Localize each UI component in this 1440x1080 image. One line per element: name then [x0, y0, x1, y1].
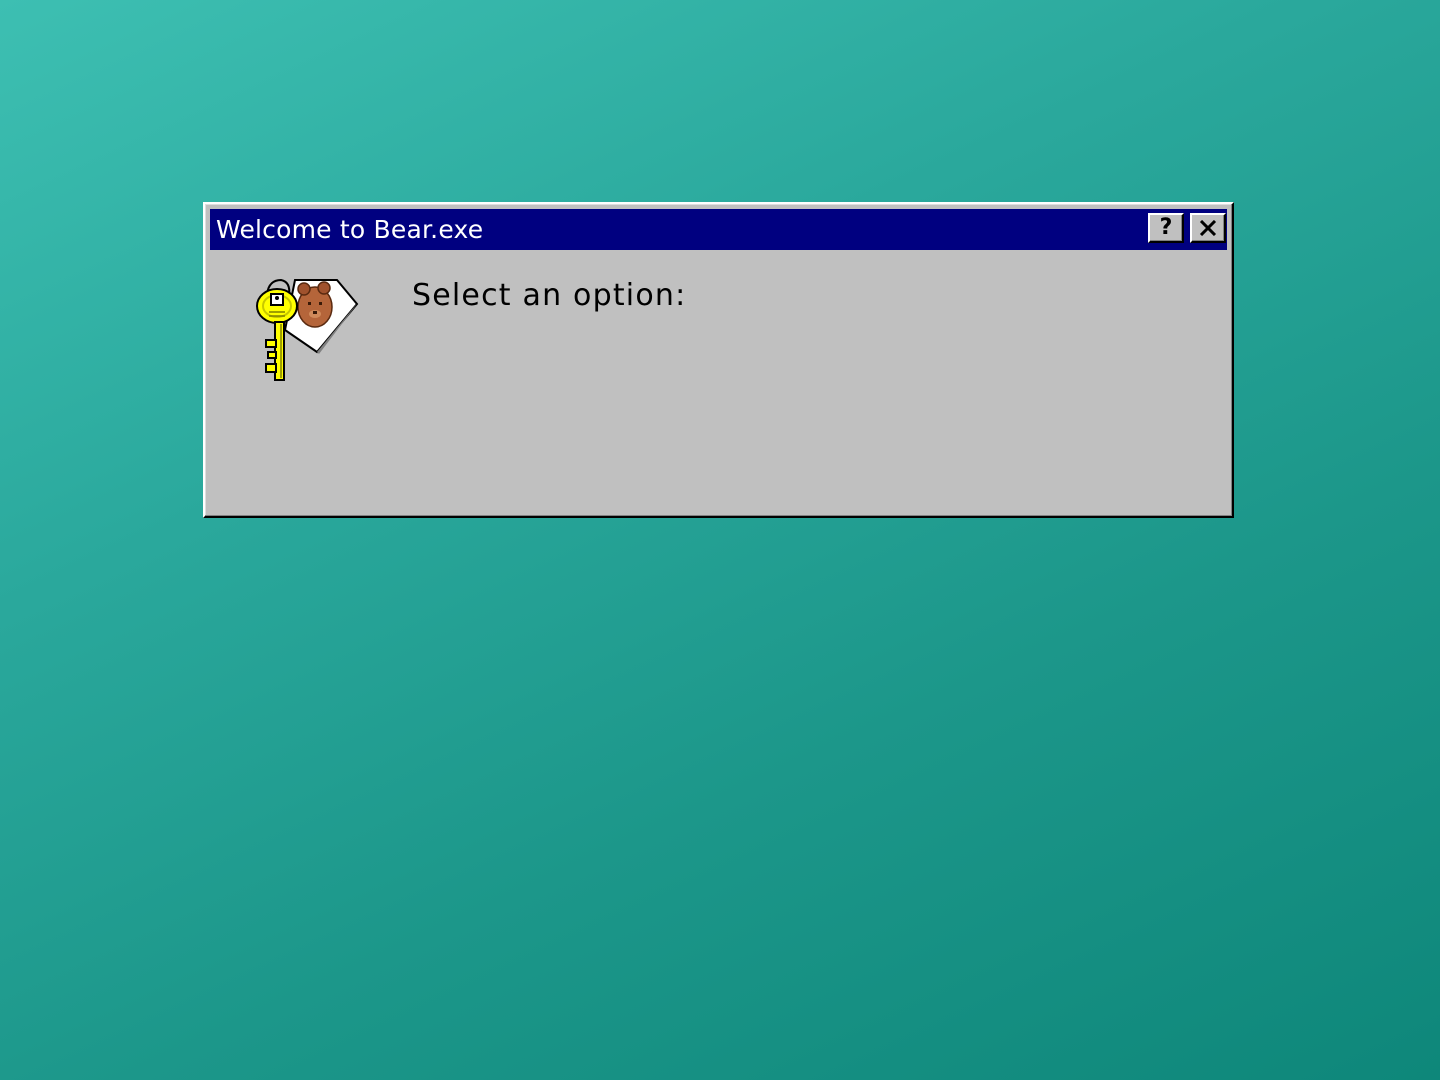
window-title: Welcome to Bear.exe — [216, 215, 484, 244]
dialog-body: Select an option: — [205, 250, 1232, 516]
prompt-text: Select an option: — [412, 278, 687, 313]
help-icon: ? — [1159, 215, 1173, 240]
title-bar[interactable]: Welcome to Bear.exe ? — [210, 209, 1227, 250]
close-icon — [1199, 220, 1217, 236]
help-button[interactable]: ? — [1148, 213, 1184, 243]
close-button[interactable] — [1190, 213, 1226, 243]
key-with-bear-tag-icon — [255, 274, 365, 386]
dialog-window: Welcome to Bear.exe ? Select an option: — [203, 202, 1234, 518]
title-bar-buttons: ? — [1148, 213, 1226, 243]
